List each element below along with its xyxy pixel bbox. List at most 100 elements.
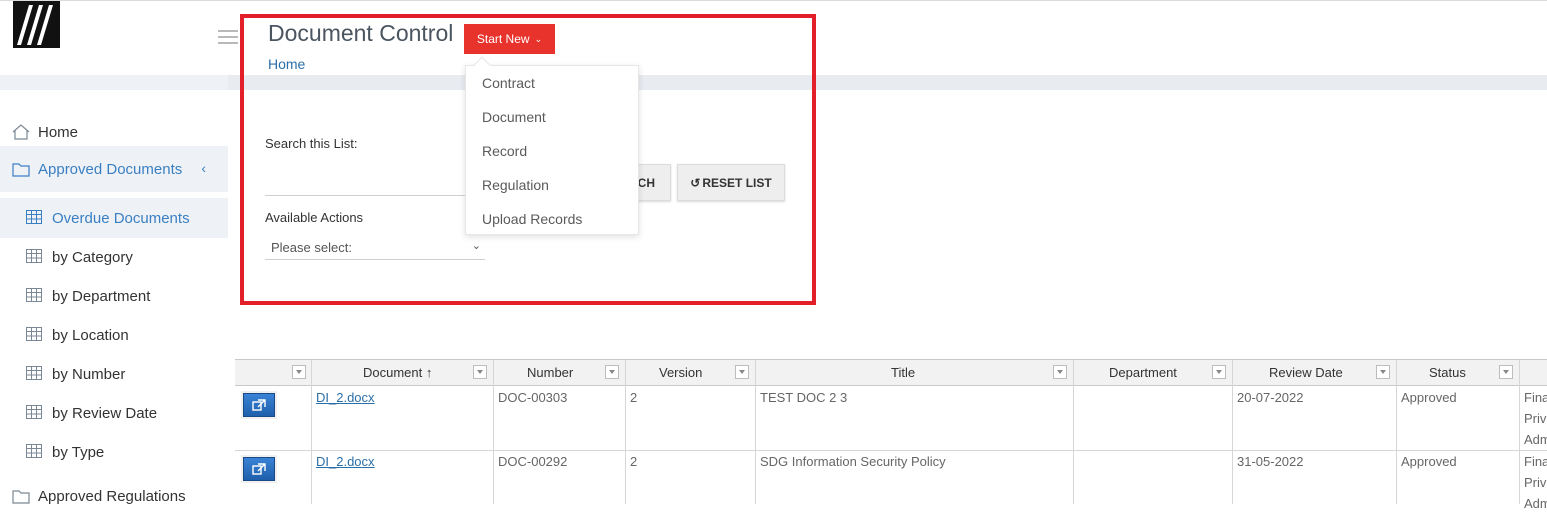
filter-dropdown-icon[interactable] xyxy=(735,365,749,379)
reset-list-label: RESET LIST xyxy=(702,175,772,190)
external-link-icon xyxy=(252,399,266,411)
sidebar-item-label: Approved Documents xyxy=(38,160,183,178)
column-divider xyxy=(625,360,626,504)
cell-version: 2 xyxy=(630,454,638,469)
sort-ascending-icon: ↑ xyxy=(425,365,433,380)
column-divider xyxy=(493,360,494,504)
cell-review-date: 20-07-2022 xyxy=(1237,390,1304,405)
start-new-label: Start New xyxy=(476,32,530,46)
page-title: Document Control xyxy=(268,20,454,46)
cell-extra: Priva xyxy=(1524,475,1547,490)
cell-number: DOC-00292 xyxy=(498,454,568,469)
header-department[interactable]: Department xyxy=(1109,365,1177,380)
column-divider xyxy=(1519,360,1520,504)
header-version[interactable]: Version xyxy=(659,365,702,380)
header-review-date[interactable]: Review Date xyxy=(1269,365,1343,380)
filter-dropdown-icon[interactable] xyxy=(1212,365,1226,379)
sidebar-item-approved-regulations[interactable]: Approved Regulations xyxy=(0,488,228,518)
cell-title: SDG Information Security Policy xyxy=(760,454,946,469)
cell-version: 2 xyxy=(630,390,638,405)
chevron-down-icon: ⌄ xyxy=(534,33,543,44)
start-new-button[interactable]: Start New ⌄ xyxy=(464,24,555,54)
menu-item-document[interactable]: Document xyxy=(482,109,546,125)
search-label: Search this List: xyxy=(265,136,358,151)
column-divider xyxy=(1073,360,1074,504)
cell-number: DOC-00303 xyxy=(498,390,568,405)
header-document[interactable]: Document ↑ xyxy=(363,365,432,380)
header-band-sidebar xyxy=(0,75,228,90)
header-number[interactable]: Number xyxy=(527,365,573,380)
document-link[interactable]: DI_2.docx xyxy=(316,454,375,469)
chevron-down-icon: ⌄ xyxy=(471,240,481,252)
sidebar-item-label: Overdue Documents xyxy=(52,209,190,227)
reset-list-button[interactable]: ↺ RESET LIST xyxy=(677,164,785,201)
filter-dropdown-icon[interactable] xyxy=(1376,365,1390,379)
available-actions-value: Please select: xyxy=(271,240,352,255)
sidebar-item-by-category[interactable]: by Category xyxy=(0,237,228,277)
start-new-menu: Contract Document Record Regulation Uplo… xyxy=(465,56,639,235)
cell-status: Approved xyxy=(1401,454,1457,469)
filter-dropdown-icon[interactable] xyxy=(292,365,306,379)
search-input[interactable] xyxy=(265,168,475,196)
search-button-label: CH xyxy=(637,175,655,190)
chevron-left-icon: ‹ xyxy=(201,160,206,176)
cell-extra: Fina xyxy=(1524,390,1547,405)
refresh-icon: ↺ xyxy=(690,175,701,190)
sidebar-item-by-number[interactable]: by Number xyxy=(0,354,228,394)
table-icon xyxy=(26,210,44,226)
column-divider xyxy=(755,360,756,504)
external-link-icon xyxy=(252,463,266,475)
sidebar-item-label: Approved Regulations xyxy=(38,488,186,505)
available-actions-select[interactable]: Please select: ⌄ xyxy=(265,236,485,260)
sidebar-item-label: by Type xyxy=(52,443,105,461)
header-title[interactable]: Title xyxy=(891,365,915,380)
filter-dropdown-icon[interactable] xyxy=(473,365,487,379)
cell-extra: Adm xyxy=(1524,496,1547,511)
top-border xyxy=(0,0,1547,1)
row-divider xyxy=(235,450,1547,451)
table-icon xyxy=(26,405,44,421)
menu-item-upload-records[interactable]: Upload Records xyxy=(482,211,582,227)
available-actions-label: Available Actions xyxy=(265,210,364,225)
filter-dropdown-icon[interactable] xyxy=(605,365,619,379)
column-divider xyxy=(1396,360,1397,504)
document-link[interactable]: DI_2.docx xyxy=(316,390,375,405)
table-icon xyxy=(26,249,44,265)
sidebar-item-label: by Location xyxy=(52,326,129,344)
table-icon xyxy=(26,444,44,460)
sidebar-item-label: by Department xyxy=(52,287,151,305)
sidebar-item-by-location[interactable]: by Location xyxy=(0,315,228,355)
open-document-button[interactable] xyxy=(243,393,275,417)
cell-title: TEST DOC 2 3 xyxy=(760,390,848,405)
sidebar-item-label: Home xyxy=(38,123,79,141)
filter-dropdown-icon[interactable] xyxy=(1499,365,1513,379)
cell-status: Approved xyxy=(1401,390,1457,405)
menu-toggle-icon[interactable] xyxy=(218,30,238,46)
breadcrumb-home[interactable]: Home xyxy=(268,56,305,72)
filter-dropdown-icon[interactable] xyxy=(1053,365,1067,379)
sidebar-item-label: by Number xyxy=(52,365,126,383)
header-band xyxy=(0,75,1547,90)
sidebar-item-label: by Category xyxy=(52,248,133,266)
open-document-button[interactable] xyxy=(243,457,275,481)
folder-icon xyxy=(12,161,30,177)
sidebar-item-overdue-documents[interactable]: Overdue Documents xyxy=(0,198,228,238)
folder-icon xyxy=(12,488,30,504)
menu-item-contract[interactable]: Contract xyxy=(482,75,535,91)
header-status[interactable]: Status xyxy=(1429,365,1466,380)
column-divider xyxy=(1232,360,1233,504)
sidebar-item-by-type[interactable]: by Type xyxy=(0,432,228,472)
company-logo xyxy=(13,1,60,48)
cell-extra: Adm xyxy=(1524,432,1547,447)
documents-grid: Document ↑ Number Version Title Departme… xyxy=(235,359,1547,511)
menu-item-record[interactable]: Record xyxy=(482,143,527,159)
table-icon xyxy=(26,327,44,343)
sidebar-item-by-review-date[interactable]: by Review Date xyxy=(0,393,228,433)
sidebar-item-by-department[interactable]: by Department xyxy=(0,276,228,316)
sidebar-item-approved-documents[interactable]: Approved Documents ‹ xyxy=(0,146,228,192)
table-icon xyxy=(26,288,44,304)
menu-item-regulation[interactable]: Regulation xyxy=(482,177,549,193)
cell-review-date: 31-05-2022 xyxy=(1237,454,1304,469)
home-icon xyxy=(12,124,30,140)
cell-extra: Fina xyxy=(1524,454,1547,469)
